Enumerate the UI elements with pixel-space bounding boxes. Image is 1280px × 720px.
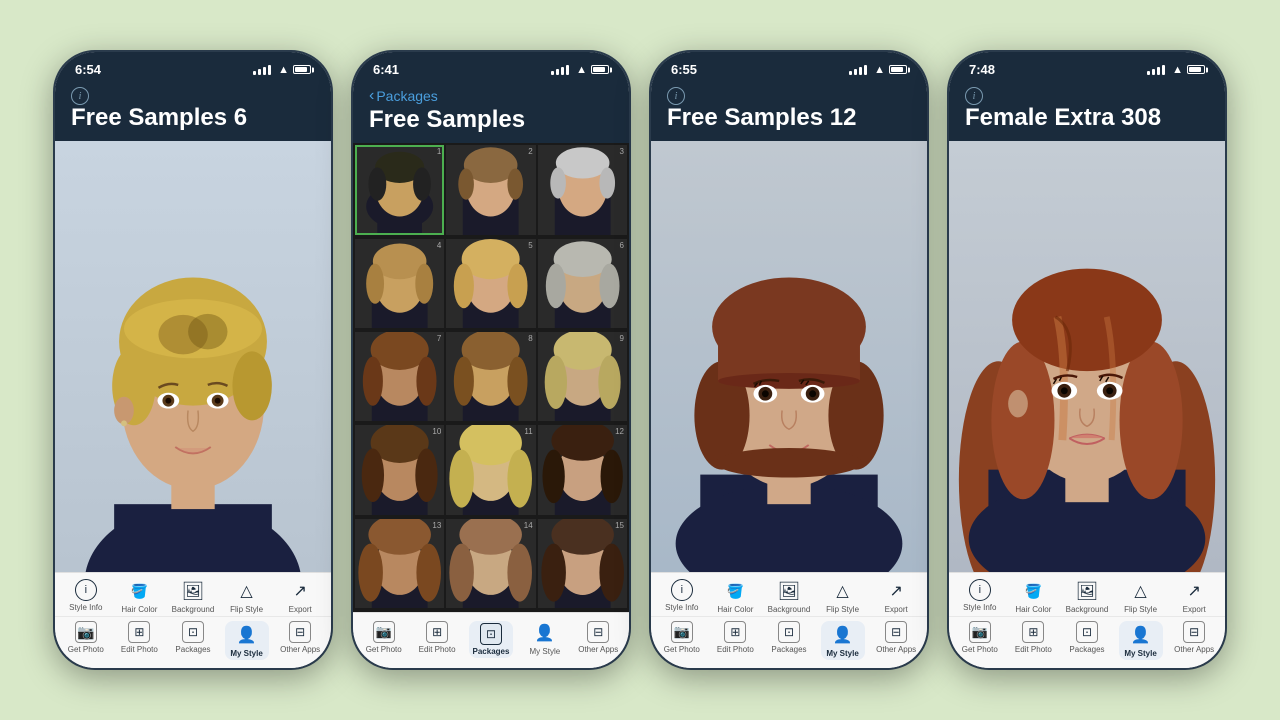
toolbar-top-1: i Style Info 🪣 Hair Color 🖼 Background △…: [55, 573, 331, 617]
status-bar-3: 6:55 ▲: [651, 52, 927, 83]
hair-cell-13[interactable]: 13: [355, 519, 444, 608]
app-header-4: i Female Extra 308: [949, 83, 1225, 141]
hair-cell-8[interactable]: 8: [446, 332, 535, 421]
back-nav-2[interactable]: ‹ Packages: [369, 87, 613, 105]
status-bar-4: 7:48 ▲: [949, 52, 1225, 83]
tool-edit-photo-1[interactable]: ⊞ Edit Photo: [117, 621, 161, 660]
hair-cell-4[interactable]: 4: [355, 239, 444, 328]
tool-hair-color-3[interactable]: 🪣 Hair Color: [713, 579, 757, 614]
tool-other-apps-2[interactable]: ⊟ Other Apps: [576, 621, 620, 658]
app-header-1: i Free Samples 6: [55, 83, 331, 141]
phone-4: 7:48 ▲ i Female Extra 308: [947, 50, 1227, 670]
tool-style-info-4[interactable]: i Style Info: [958, 579, 1002, 614]
tool-edit-photo-4[interactable]: ⊞ Edit Photo: [1011, 621, 1055, 660]
status-icons-1: ▲: [253, 64, 311, 76]
tool-get-photo-4[interactable]: 📷 Get Photo: [958, 621, 1002, 660]
tool-packages-3[interactable]: ⊡ Packages: [767, 621, 811, 660]
tool-packages-1[interactable]: ⊡ Packages: [171, 621, 215, 660]
toolbar-top-4: i Style Info 🪣 Hair Color 🖼 Background △…: [949, 573, 1225, 617]
content-3: [651, 141, 927, 572]
content-2: 1 2: [353, 143, 629, 612]
time-3: 6:55: [671, 62, 697, 77]
toolbar-bottom-1: 📷 Get Photo ⊞ Edit Photo ⊡ Packages 👤 My…: [55, 617, 331, 668]
hair-cell-9[interactable]: 9: [538, 332, 627, 421]
tool-background-1[interactable]: 🖼 Background: [171, 579, 215, 614]
info-icon-1[interactable]: i: [71, 87, 89, 105]
app-title-2: Free Samples: [369, 107, 613, 133]
toolbar-bottom-3: 📷 Get Photo ⊞ Edit Photo ⊡ Packages 👤 My…: [651, 617, 927, 668]
tool-other-apps-3[interactable]: ⊟ Other Apps: [874, 621, 918, 660]
status-icons-2: ▲: [551, 64, 609, 76]
tool-background-3[interactable]: 🖼 Background: [767, 579, 811, 614]
app-title-1: Free Samples 6: [71, 105, 315, 131]
tool-my-style-2[interactable]: 👤 My Style: [523, 621, 567, 658]
tool-hair-color-1[interactable]: 🪣 Hair Color: [117, 579, 161, 614]
hair-cell-7[interactable]: 7: [355, 332, 444, 421]
toolbar-bottom-4: 📷 Get Photo ⊞ Edit Photo ⊡ Packages 👤 My…: [949, 617, 1225, 668]
toolbar-4: i Style Info 🪣 Hair Color 🖼 Background △…: [949, 572, 1225, 668]
status-icons-3: ▲: [849, 64, 907, 76]
tool-flip-4[interactable]: △ Flip Style: [1119, 579, 1163, 614]
portrait-3: [651, 141, 927, 572]
tool-get-photo-1[interactable]: 📷 Get Photo: [64, 621, 108, 660]
tool-packages-2[interactable]: ⊡ Packages: [469, 621, 514, 658]
phones-container: 6:54 ▲ i Free Samples 6: [33, 30, 1247, 690]
tool-hair-color-4[interactable]: 🪣 Hair Color: [1011, 579, 1055, 614]
tool-my-style-4[interactable]: 👤 My Style: [1119, 621, 1163, 660]
tool-flip-1[interactable]: △ Flip Style: [225, 579, 269, 614]
phone-3: 6:55 ▲ i Free Samples 12: [649, 50, 929, 670]
time-4: 7:48: [969, 62, 995, 77]
phone-2: 6:41 ▲ ‹ Packages Free Samp: [351, 50, 631, 670]
portrait-4: [949, 141, 1225, 572]
tool-edit-photo-2[interactable]: ⊞ Edit Photo: [415, 621, 459, 658]
hair-cell-15[interactable]: 15: [538, 519, 627, 608]
tool-packages-4[interactable]: ⊡ Packages: [1065, 621, 1109, 660]
hair-cell-3[interactable]: 3: [538, 145, 627, 234]
hair-cell-14[interactable]: 14: [446, 519, 535, 608]
portrait-1: [55, 141, 331, 572]
tool-flip-3[interactable]: △ Flip Style: [821, 579, 865, 614]
tool-my-style-3[interactable]: 👤 My Style: [821, 621, 865, 660]
tool-other-apps-1[interactable]: ⊟ Other Apps: [278, 621, 322, 660]
time-1: 6:54: [75, 62, 101, 77]
tool-export-3[interactable]: ↗ Export: [874, 579, 918, 614]
status-bar-1: 6:54 ▲: [55, 52, 331, 83]
hair-cell-6[interactable]: 6: [538, 239, 627, 328]
tool-edit-photo-3[interactable]: ⊞ Edit Photo: [713, 621, 757, 660]
tool-export-4[interactable]: ↗ Export: [1172, 579, 1216, 614]
toolbar-top-3: i Style Info 🪣 Hair Color 🖼 Background △…: [651, 573, 927, 617]
info-icon-4[interactable]: i: [965, 87, 983, 105]
app-title-4: Female Extra 308: [965, 105, 1209, 131]
hair-cell-1[interactable]: 1: [355, 145, 444, 234]
app-header-3: i Free Samples 12: [651, 83, 927, 141]
tool-style-info-1[interactable]: i Style Info: [64, 579, 108, 614]
app-title-3: Free Samples 12: [667, 105, 911, 131]
hair-cell-2[interactable]: 2: [446, 145, 535, 234]
status-icons-4: ▲: [1147, 64, 1205, 76]
tool-other-apps-4[interactable]: ⊟ Other Apps: [1172, 621, 1216, 660]
time-2: 6:41: [373, 62, 399, 77]
toolbar-1: i Style Info 🪣 Hair Color 🖼 Background △…: [55, 572, 331, 668]
app-header-2: ‹ Packages Free Samples: [353, 83, 629, 143]
tool-background-4[interactable]: 🖼 Background: [1065, 579, 1109, 614]
toolbar-3: i Style Info 🪣 Hair Color 🖼 Background △…: [651, 572, 927, 668]
hair-cell-10[interactable]: 10: [355, 425, 444, 514]
hair-cell-5[interactable]: 5: [446, 239, 535, 328]
status-bar-2: 6:41 ▲: [353, 52, 629, 83]
tool-get-photo-2[interactable]: 📷 Get Photo: [362, 621, 406, 658]
hair-cell-11[interactable]: 11: [446, 425, 535, 514]
tool-my-style-1[interactable]: 👤 My Style: [225, 621, 269, 660]
hair-grid: 1 2: [353, 143, 629, 612]
info-icon-3[interactable]: i: [667, 87, 685, 105]
toolbar-bottom-2: 📷 Get Photo ⊞ Edit Photo ⊡ Packages 👤 My…: [353, 613, 629, 668]
tool-get-photo-3[interactable]: 📷 Get Photo: [660, 621, 704, 660]
content-1: [55, 141, 331, 572]
tool-style-info-3[interactable]: i Style Info: [660, 579, 704, 614]
hair-cell-12[interactable]: 12: [538, 425, 627, 514]
phone-1: 6:54 ▲ i Free Samples 6: [53, 50, 333, 670]
back-label-2: Packages: [376, 88, 437, 104]
toolbar-2: 📷 Get Photo ⊞ Edit Photo ⊡ Packages 👤 My…: [353, 612, 629, 668]
content-4: [949, 141, 1225, 572]
tool-export-1[interactable]: ↗ Export: [278, 579, 322, 614]
